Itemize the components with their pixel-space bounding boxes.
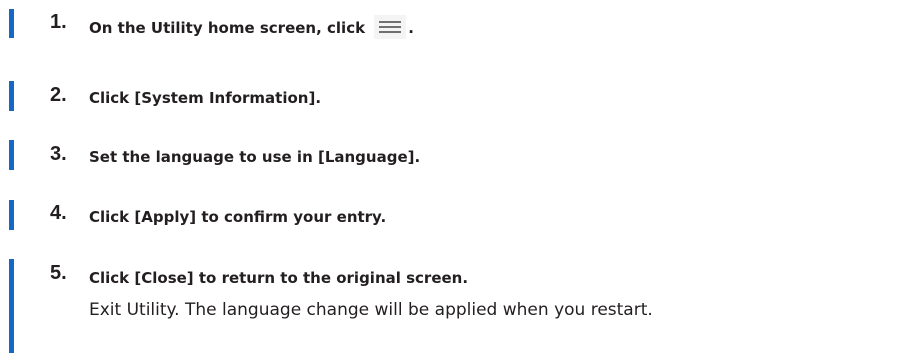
- step-marker-bar: [9, 200, 14, 230]
- step-number: 1.: [50, 11, 67, 33]
- step-instruction: Click [System Information].: [89, 89, 322, 107]
- step-marker-bar: [9, 259, 14, 353]
- step-marker-bar: [9, 9, 14, 38]
- step-instruction-period: .: [408, 19, 414, 37]
- step-number: 2.: [50, 84, 67, 106]
- step-marker-bar: [9, 81, 14, 111]
- step-instruction: On the Utility home screen, click .: [89, 15, 414, 40]
- hamburger-menu-icon: [374, 15, 407, 39]
- step-instruction: Click [Apply] to confirm your entry.: [89, 208, 387, 226]
- step-note: Exit Utility. The language change will b…: [89, 300, 653, 320]
- step-instruction: Click [Close] to return to the original …: [89, 269, 469, 287]
- step-instruction-text: On the Utility home screen, click: [89, 19, 371, 37]
- step-number: 5.: [50, 262, 67, 284]
- step-instruction: Set the language to use in [Language].: [89, 148, 421, 166]
- step-marker-bar: [9, 140, 14, 170]
- step-number: 4.: [50, 202, 67, 224]
- step-number: 3.: [50, 143, 67, 165]
